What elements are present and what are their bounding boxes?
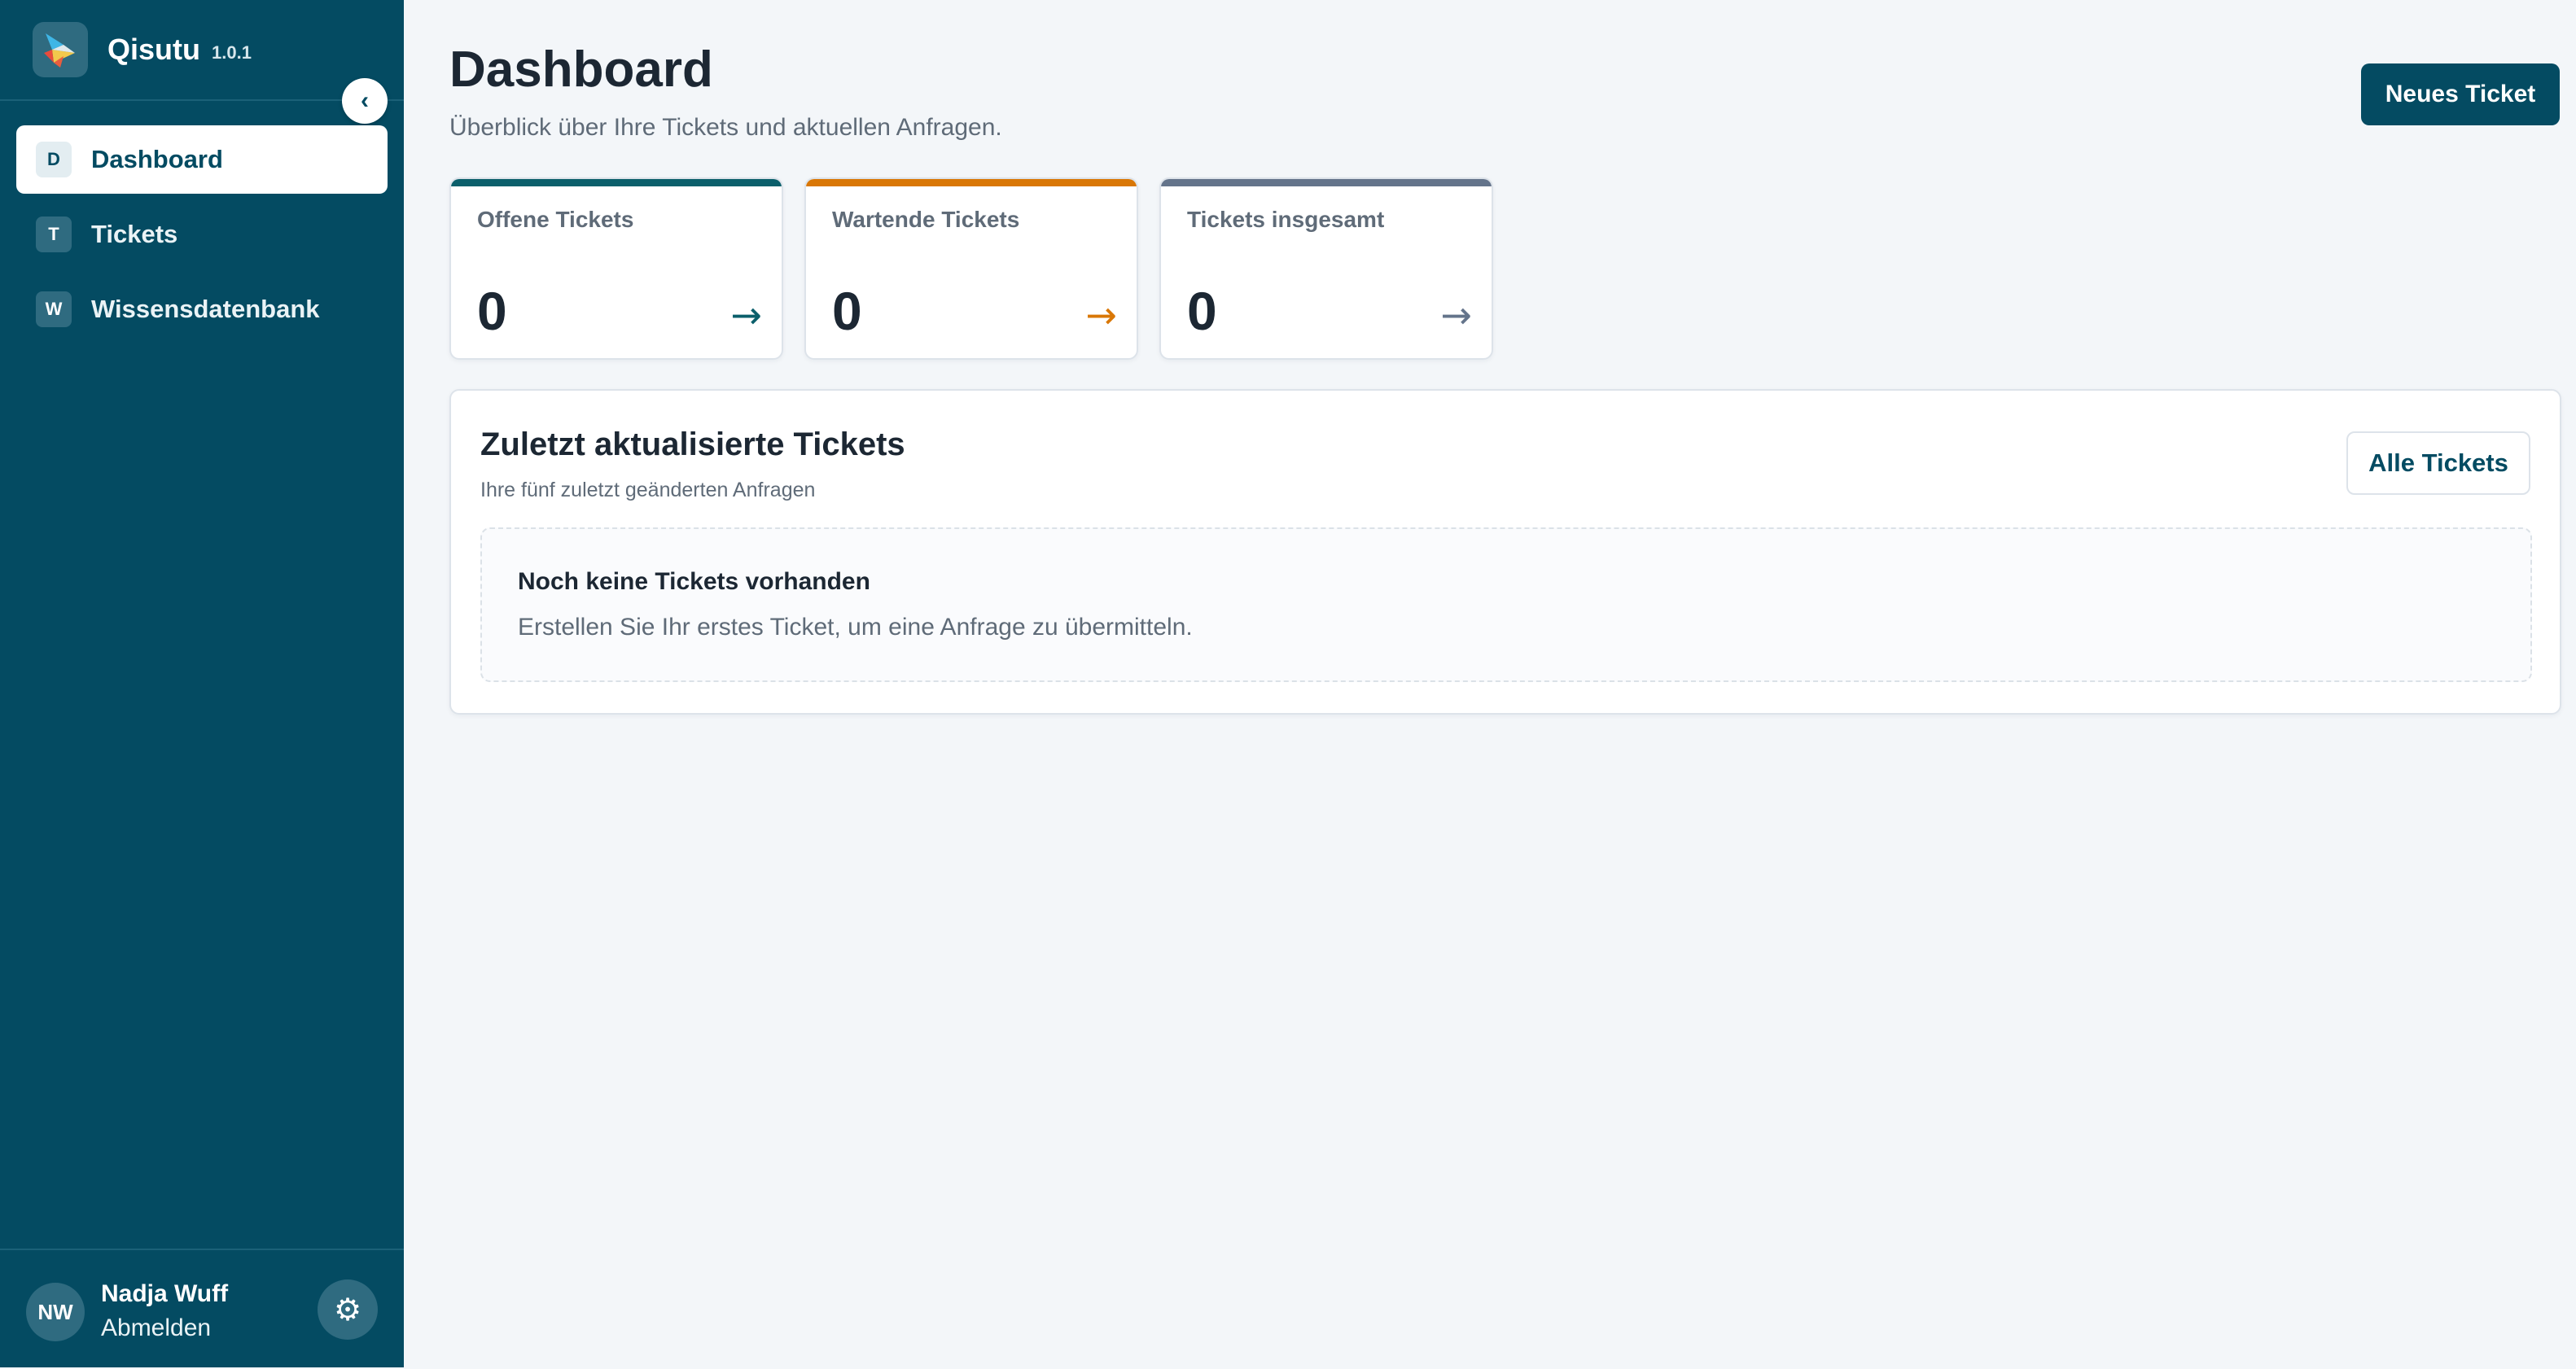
user-profile: NW Nadja Wuff Abmelden [26,1278,228,1346]
page-subtitle: Überblick über Ihre Tickets und aktuelle… [449,114,1002,141]
user-name: Nadja Wuff [101,1280,229,1307]
logout-link[interactable]: Abmelden [101,1310,228,1346]
sidebar-item-label: Dashboard [91,145,223,173]
brand[interactable]: Qisutu 1.0.1 [33,21,252,78]
sidebar-footer-divider [0,1249,404,1250]
stat-card-open-tickets[interactable]: Offene Tickets 0 → [449,177,783,360]
sidebar-nav: D Dashboard T Tickets W Wissensdatenbank [16,125,388,350]
gear-icon: ⚙ [333,1292,362,1327]
sidebar-item-dashboard[interactable]: D Dashboard [16,125,388,194]
sidebar: Qisutu 1.0.1 ‹ D Dashboard T Tickets W W… [0,0,404,1367]
stat-label: Offene Tickets [477,207,634,232]
arrow-right-icon: → [730,293,762,337]
avatar: NW [26,1283,85,1341]
qisutu-logo-icon [33,22,88,77]
chevron-left-icon: ‹ [361,87,369,114]
stat-accent-bar [806,179,1137,186]
settings-button[interactable]: ⚙ [318,1279,378,1340]
empty-state-text: Erstellen Sie Ihr erstes Ticket, um eine… [518,614,1193,641]
stat-card-waiting-tickets[interactable]: Wartende Tickets 0 → [804,177,1138,360]
tickets-letter-icon: T [36,217,72,252]
panel-subtitle: Ihre fünf zuletzt geänderten Anfragen [480,479,816,501]
arrow-right-icon: → [1085,293,1117,337]
stat-value: 0 [477,281,507,341]
empty-state: Noch keine Tickets vorhanden Erstellen S… [480,527,2532,682]
recent-tickets-panel: Zuletzt aktualisierte Tickets Ihre fünf … [449,389,2561,715]
stat-value: 0 [1187,281,1217,341]
stat-label: Wartende Tickets [832,207,1020,232]
app-name: Qisutu [107,33,200,66]
stat-label: Tickets insgesamt [1187,207,1385,232]
sidebar-item-wissensdatenbank[interactable]: W Wissensdatenbank [16,275,388,343]
sidebar-item-tickets[interactable]: T Tickets [16,200,388,269]
collapse-sidebar-button[interactable]: ‹ [342,78,388,124]
stat-card-total-tickets[interactable]: Tickets insgesamt 0 → [1159,177,1493,360]
all-tickets-button[interactable]: Alle Tickets [2346,431,2530,495]
arrow-right-icon: → [1440,293,1472,337]
empty-state-title: Noch keine Tickets vorhanden [518,568,870,595]
panel-title: Zuletzt aktualisierte Tickets [480,426,905,462]
app-version: 1.0.1 [212,42,252,63]
stat-value: 0 [832,281,862,341]
wissensdatenbank-letter-icon: W [36,291,72,327]
dashboard-letter-icon: D [36,142,72,177]
stat-accent-bar [451,179,782,186]
stat-accent-bar [1161,179,1492,186]
sidebar-item-label: Wissensdatenbank [91,295,320,323]
sidebar-item-label: Tickets [91,220,178,248]
page-title: Dashboard [449,42,713,98]
new-ticket-button[interactable]: Neues Ticket [2361,63,2560,125]
